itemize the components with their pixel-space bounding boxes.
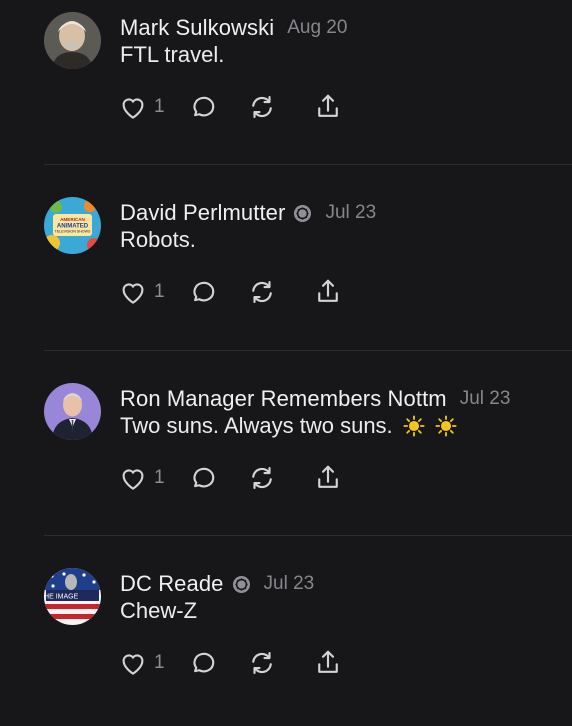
share-icon[interactable]	[313, 463, 343, 493]
verified-badge-icon	[293, 204, 312, 223]
comment-text: Chew-Z	[120, 598, 198, 623]
comment-actions: 1	[118, 90, 343, 124]
heart-icon[interactable]	[118, 92, 148, 122]
svg-text:THE IMAGE: THE IMAGE	[44, 594, 79, 601]
comment-text-body: Two suns. Always two suns.	[120, 413, 393, 438]
comment-actions: 1	[118, 275, 343, 309]
comment-text: Two suns. Always two suns.	[120, 413, 457, 439]
comment-date[interactable]: Jul 23	[460, 388, 511, 410]
divider	[44, 535, 572, 536]
like-count: 1	[154, 281, 165, 302]
comment-date[interactable]: Aug 20	[287, 17, 347, 39]
like-count: 1	[154, 652, 165, 673]
comment-item: AMERICAN ANIMATED TELEVISION SHOWS David…	[0, 185, 572, 355]
like-count: 1	[154, 96, 165, 117]
svg-text:AMERICAN: AMERICAN	[60, 217, 85, 222]
restack-icon[interactable]	[247, 277, 277, 307]
author-name[interactable]: David Perlmutter	[120, 200, 285, 226]
comment-text: FTL travel.	[120, 42, 225, 67]
sun-icon	[435, 415, 457, 437]
reply-icon[interactable]	[187, 648, 217, 678]
author-name[interactable]: Ron Manager Remembers Nottm	[120, 386, 447, 412]
comment-item: Ron Manager Remembers Nottm Jul 23 Two s…	[0, 371, 572, 541]
avatar[interactable]: THE IMAGE	[44, 568, 101, 625]
verified-badge-icon	[232, 575, 251, 594]
heart-icon[interactable]	[118, 277, 148, 307]
comment-actions: 1	[118, 461, 343, 495]
comment-text: Robots.	[120, 227, 196, 252]
restack-icon[interactable]	[247, 92, 277, 122]
heart-icon[interactable]	[118, 648, 148, 678]
divider	[44, 164, 572, 165]
reply-icon[interactable]	[187, 463, 217, 493]
comment-item: Mark Sulkowski Aug 20 FTL travel. 1	[0, 0, 572, 170]
avatar[interactable]	[44, 383, 101, 440]
share-icon[interactable]	[313, 277, 343, 307]
restack-icon[interactable]	[247, 648, 277, 678]
like-count: 1	[154, 467, 165, 488]
comments-feed: Mark Sulkowski Aug 20 FTL travel. 1 AMER…	[0, 0, 572, 708]
restack-icon[interactable]	[247, 463, 277, 493]
reply-icon[interactable]	[187, 92, 217, 122]
avatar[interactable]: AMERICAN ANIMATED TELEVISION SHOWS	[44, 197, 101, 254]
divider	[44, 350, 572, 351]
avatar[interactable]	[44, 12, 101, 69]
share-icon[interactable]	[313, 648, 343, 678]
author-name[interactable]: Mark Sulkowski	[120, 15, 274, 41]
author-name[interactable]: DC Reade	[120, 571, 224, 597]
comment-date[interactable]: Jul 23	[264, 573, 315, 595]
reply-icon[interactable]	[187, 277, 217, 307]
sun-icon	[403, 415, 425, 437]
comment-actions: 1	[118, 646, 343, 680]
share-icon[interactable]	[313, 92, 343, 122]
comment-item: THE IMAGE DC Reade Jul 23 Chew-Z 1	[0, 556, 572, 726]
svg-text:TELEVISION SHOWS: TELEVISION SHOWS	[55, 230, 91, 234]
heart-icon[interactable]	[118, 463, 148, 493]
comment-date[interactable]: Jul 23	[325, 202, 376, 224]
